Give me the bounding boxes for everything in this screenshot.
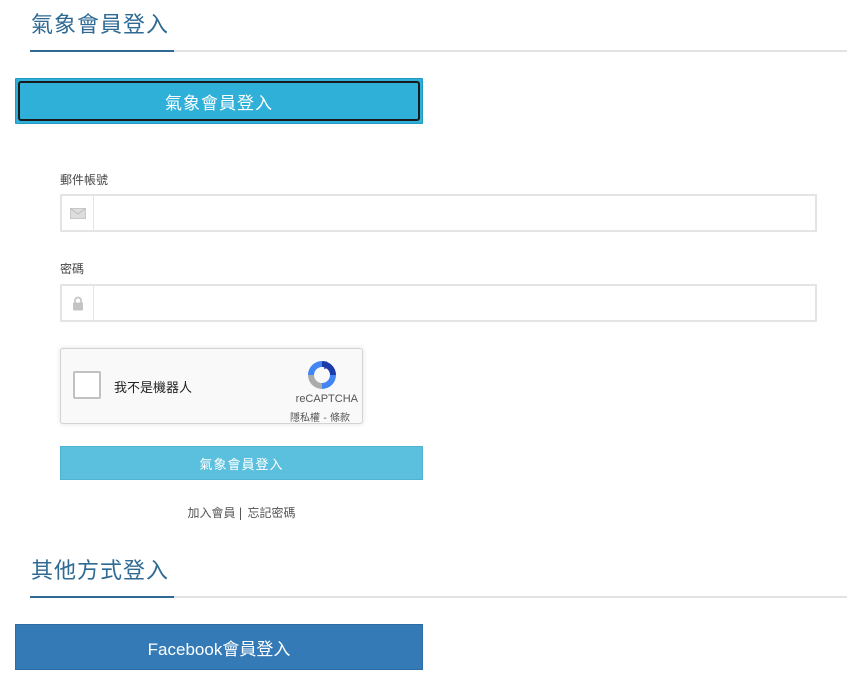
password-input-group (60, 284, 817, 322)
recaptcha-brand: reCAPTCHA (295, 393, 358, 405)
email-input-group (60, 194, 817, 232)
email-field[interactable] (94, 196, 815, 230)
login-submit-button[interactable]: 氣象會員登入 (60, 446, 423, 480)
recaptcha-separator: - (323, 413, 327, 424)
member-login-tab-label: 氣象會員登入 (165, 93, 273, 114)
password-field[interactable] (94, 286, 815, 320)
other-login-section-title: 其他方式登入 (31, 559, 170, 584)
recaptcha-widget: 我不是機器人 reCAPTCHA 隱私權 - 條款 (60, 348, 363, 424)
section-divider-accent (30, 596, 174, 598)
recaptcha-checkbox[interactable] (73, 371, 101, 399)
account-links: 加入會員 | 忘記密碼 (0, 504, 483, 521)
email-label: 郵件帳號 (60, 173, 109, 187)
section-divider-accent (30, 50, 174, 52)
recaptcha-logo-icon (308, 361, 336, 389)
forgot-password-link[interactable]: 忘記密碼 (248, 506, 296, 520)
facebook-login-button[interactable]: Facebook會員登入 (15, 624, 423, 670)
envelope-icon (62, 196, 94, 230)
password-label: 密碼 (60, 262, 85, 276)
link-separator: | (238, 506, 243, 520)
member-login-tab-button[interactable]: 氣象會員登入 (15, 78, 423, 124)
recaptcha-privacy-link[interactable]: 隱私權 (290, 413, 320, 424)
recaptcha-links: 隱私權 - 條款 (290, 409, 350, 424)
login-section-title: 氣象會員登入 (31, 13, 170, 38)
recaptcha-checkbox-label: 我不是機器人 (114, 381, 193, 396)
login-submit-label: 氣象會員登入 (199, 457, 284, 473)
recaptcha-terms-link[interactable]: 條款 (330, 413, 350, 424)
facebook-login-label: Facebook會員登入 (147, 639, 291, 659)
join-member-link[interactable]: 加入會員 (187, 506, 235, 520)
lock-icon (62, 286, 94, 320)
